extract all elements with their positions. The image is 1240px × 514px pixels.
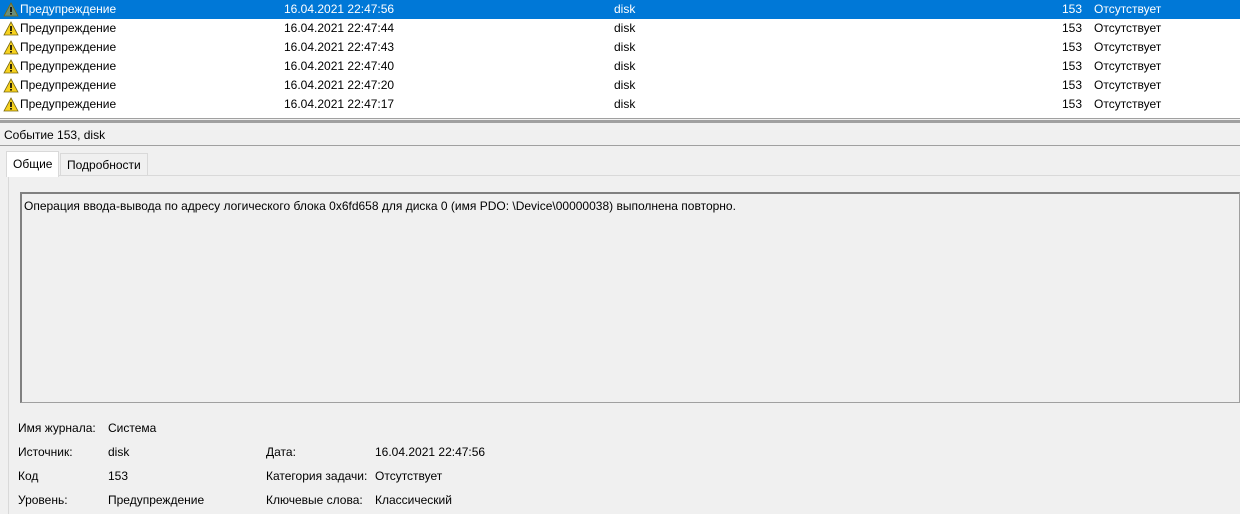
code-cell: 153 xyxy=(1061,40,1082,54)
code-label: Код xyxy=(18,469,39,483)
warning-icon xyxy=(3,59,19,74)
date-cell: 16.04.2021 22:47:20 xyxy=(284,78,395,92)
category-cell: Отсутствует xyxy=(1094,97,1162,111)
warning-icon xyxy=(3,78,19,93)
event-row[interactable]: Предупреждение 16.04.2021 22:47:20 disk … xyxy=(0,76,1240,95)
code-cell: 153 xyxy=(1061,59,1082,73)
category-cell: Отсутствует xyxy=(1094,2,1162,16)
date-value: 16.04.2021 22:47:56 xyxy=(375,445,486,459)
event-list[interactable]: Предупреждение 16.04.2021 22:47:56 disk … xyxy=(0,0,1240,119)
keywords-value: Классический xyxy=(375,493,452,507)
category-cell: Отсутствует xyxy=(1094,21,1162,35)
category-cell: Отсутствует xyxy=(1094,78,1162,92)
event-row[interactable]: Предупреждение 16.04.2021 22:47:43 disk … xyxy=(0,38,1240,57)
date-cell: 16.04.2021 22:47:17 xyxy=(284,97,395,111)
event-row[interactable]: Предупреждение 16.04.2021 22:47:40 disk … xyxy=(0,57,1240,76)
date-cell: 16.04.2021 22:47:40 xyxy=(284,59,395,73)
task-label: Категория задачи: xyxy=(266,469,368,483)
date-label: Дата: xyxy=(266,445,296,459)
warning-icon xyxy=(3,40,19,55)
level-cell: Предупреждение xyxy=(20,2,117,16)
source-value: disk xyxy=(108,445,130,459)
log-value: Система xyxy=(108,421,157,435)
event-row[interactable]: Предупреждение 16.04.2021 22:47:17 disk … xyxy=(0,95,1240,114)
event-row[interactable]: Предупреждение 16.04.2021 22:47:56 disk … xyxy=(0,0,1240,19)
warning-icon xyxy=(3,2,19,17)
source-cell: disk xyxy=(614,2,636,16)
event-title: Событие 153, disk xyxy=(4,128,106,142)
level-cell: Предупреждение xyxy=(20,59,117,73)
level-label: Уровень: xyxy=(18,493,68,507)
level-cell: Предупреждение xyxy=(20,97,117,111)
event-row[interactable]: Предупреждение 16.04.2021 22:47:44 disk … xyxy=(0,19,1240,38)
keywords-label: Ключевые слова: xyxy=(266,493,363,507)
source-cell: disk xyxy=(614,21,636,35)
source-cell: disk xyxy=(614,40,636,54)
source-cell: disk xyxy=(614,97,636,111)
code-cell: 153 xyxy=(1061,2,1082,16)
tab-details[interactable]: Подробности xyxy=(60,153,148,176)
warning-icon xyxy=(3,97,19,112)
log-label: Имя журнала: xyxy=(18,421,96,435)
category-cell: Отсутствует xyxy=(1094,40,1162,54)
splitter[interactable] xyxy=(0,120,1240,123)
message-box[interactable]: Операция ввода-вывода по адресу логическ… xyxy=(20,192,1240,403)
source-cell: disk xyxy=(614,59,636,73)
category-cell: Отсутствует xyxy=(1094,59,1162,73)
tab-general[interactable]: Общие xyxy=(6,151,60,177)
level-cell: Предупреждение xyxy=(20,78,117,92)
level-value: Предупреждение xyxy=(108,493,205,507)
source-cell: disk xyxy=(614,78,636,92)
code-cell: 153 xyxy=(1061,21,1082,35)
code-cell: 153 xyxy=(1061,97,1082,111)
warning-icon xyxy=(3,21,19,36)
task-value: Отсутствует xyxy=(375,469,443,483)
message-text: Операция ввода-вывода по адресу логическ… xyxy=(24,199,736,213)
date-cell: 16.04.2021 22:47:44 xyxy=(284,21,395,35)
code-cell: 153 xyxy=(1061,78,1082,92)
date-cell: 16.04.2021 22:47:56 xyxy=(284,2,395,16)
source-label: Источник: xyxy=(18,445,73,459)
level-cell: Предупреждение xyxy=(20,21,117,35)
divider xyxy=(0,145,1240,146)
code-value: 153 xyxy=(108,469,129,483)
level-cell: Предупреждение xyxy=(20,40,117,54)
date-cell: 16.04.2021 22:47:43 xyxy=(284,40,395,54)
